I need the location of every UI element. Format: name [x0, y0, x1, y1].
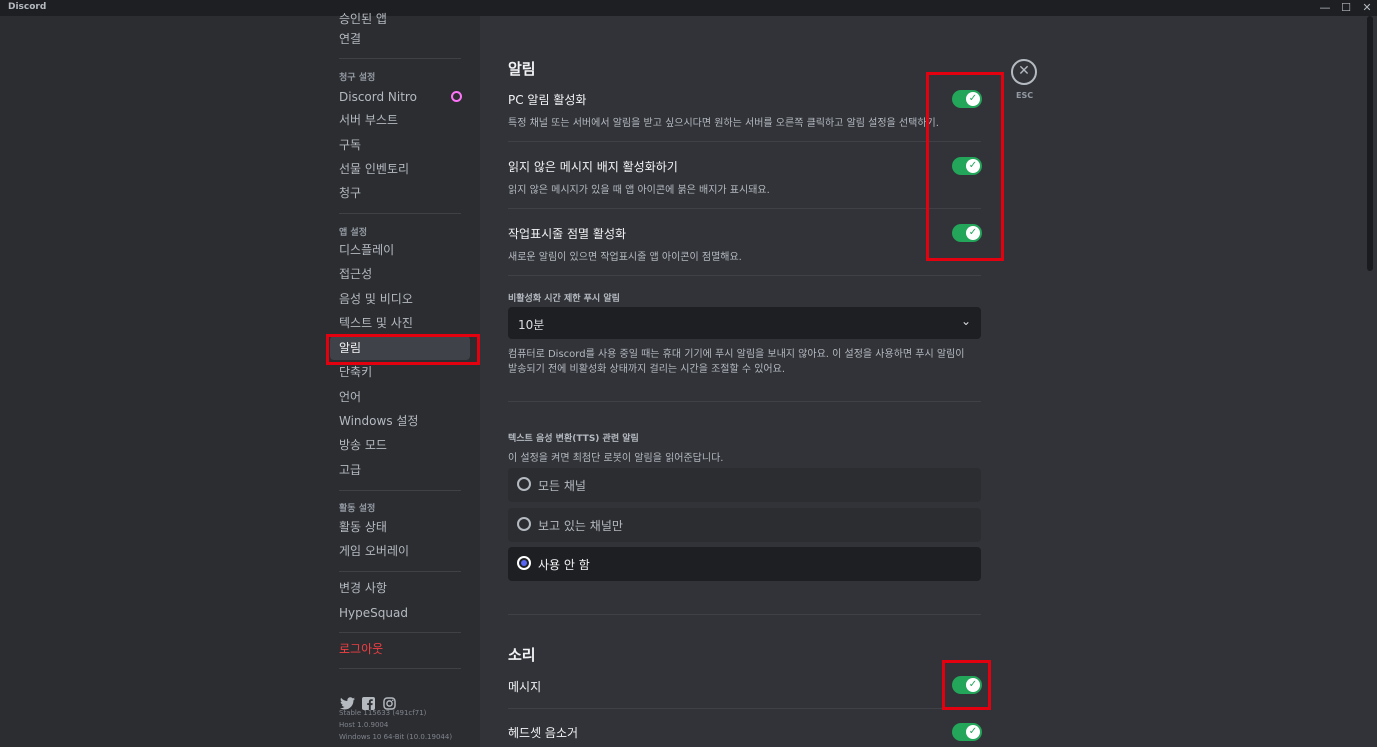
- sidebar-item-display[interactable]: 디스플레이: [330, 238, 470, 262]
- push-timeout-value: 10분: [518, 318, 545, 332]
- taskbar-flash-toggle[interactable]: ✓: [952, 224, 982, 242]
- tts-option-current-channel[interactable]: 보고 있는 채널만: [508, 508, 981, 542]
- tts-label: 텍스트 음성 변환(TTS) 관련 알림: [508, 434, 639, 444]
- divider: [508, 208, 981, 209]
- sidebar-header-app: 앱 설정: [339, 228, 367, 238]
- push-timeout-desc-1: 컴퓨터로 Discord를 사용 중일 때는 휴대 기기에 푸시 알림을 보내지…: [508, 349, 965, 360]
- tts-option-all-channels[interactable]: 모든 채널: [508, 468, 981, 502]
- sidebar-item-hypesquad[interactable]: HypeSquad: [330, 601, 470, 625]
- tts-desc: 이 설정을 켜면 최첨단 로봇이 알림을 읽어준답니다.: [508, 453, 724, 464]
- sounds-title: 소리: [508, 646, 536, 664]
- sidebar-divider: [339, 571, 461, 572]
- sidebar-item-advanced[interactable]: 고급: [330, 458, 470, 482]
- unread-badge-title: 읽지 않은 메시지 배지 활성화하기: [508, 160, 678, 174]
- tts-option-label: 모든 채널: [538, 479, 586, 493]
- sidebar-divider: [339, 213, 461, 214]
- scrollbar[interactable]: [1367, 16, 1373, 271]
- desktop-notifications-title: PC 알림 활성화: [508, 93, 587, 107]
- sound-deafen-toggle[interactable]: ✓: [952, 723, 982, 741]
- sidebar-divider: [339, 490, 461, 491]
- sidebar-item-voice-video[interactable]: 음성 및 비디오: [330, 287, 470, 311]
- tts-option-label: 보고 있는 채널만: [538, 519, 623, 533]
- divider: [508, 275, 981, 276]
- version-stable: Stable 115633 (491cf71): [339, 709, 427, 717]
- minimize-button[interactable]: —: [1315, 0, 1335, 16]
- sidebar-item-windows-settings[interactable]: Windows 설정: [330, 409, 470, 433]
- tts-option-never[interactable]: 사용 안 함: [508, 547, 981, 581]
- push-timeout-select[interactable]: 10분 ⌄: [508, 307, 981, 339]
- esc-label: ESC: [1016, 91, 1034, 100]
- nitro-icon: [451, 91, 462, 102]
- sidebar-item-activity-status[interactable]: 활동 상태: [330, 515, 470, 539]
- sidebar-divider: [339, 668, 461, 669]
- close-settings-button[interactable]: ✕: [1011, 59, 1037, 85]
- sidebar-item-changelog[interactable]: 변경 사항: [330, 576, 470, 600]
- radio-icon: [517, 517, 531, 531]
- page-title: 알림: [508, 60, 536, 78]
- desktop-notifications-toggle[interactable]: ✓: [952, 90, 982, 108]
- sound-message-toggle[interactable]: ✓: [952, 676, 982, 694]
- maximize-button[interactable]: ☐: [1336, 0, 1356, 16]
- check-icon: ✓: [966, 92, 980, 106]
- chevron-down-icon: ⌄: [960, 314, 971, 328]
- sidebar-divider: [339, 632, 461, 633]
- version-os: Windows 10 64-Bit (10.0.19044): [339, 733, 453, 741]
- settings-sidebar: 승인된 앱 연결 청구 설정 Discord Nitro 서버 부스트 구독 선…: [330, 12, 480, 747]
- taskbar-flash-desc: 새로운 알림이 있으면 작업표시줄 앱 아이콘이 점멸해요.: [508, 252, 742, 263]
- sidebar-item-text-images[interactable]: 텍스트 및 사진: [330, 311, 470, 335]
- radio-icon: [517, 477, 531, 491]
- sidebar-item-gift-inventory[interactable]: 선물 인벤토리: [330, 157, 470, 181]
- sidebar-item-nitro-label: Discord Nitro: [339, 90, 417, 104]
- divider: [508, 141, 981, 142]
- sidebar-item-keybinds[interactable]: 단축키: [330, 360, 470, 384]
- sidebar-item-notifications[interactable]: 알림: [330, 336, 470, 360]
- check-icon: ✓: [966, 725, 980, 739]
- check-icon: ✓: [966, 678, 980, 692]
- sidebar-item-nitro[interactable]: Discord Nitro: [330, 85, 470, 109]
- unread-badge-toggle[interactable]: ✓: [952, 157, 982, 175]
- sidebar-item-subscriptions[interactable]: 구독: [330, 133, 470, 157]
- sidebar-header-billing: 청구 설정: [339, 73, 376, 83]
- sidebar-header-activity: 활동 설정: [339, 504, 376, 514]
- radio-selected-icon: [517, 556, 531, 570]
- app-title: Discord: [8, 2, 47, 12]
- settings-content: 알림 PC 알림 활성화 특정 채널 또는 서버에서 알림을 받고 싶으시다면 …: [480, 16, 1360, 747]
- desktop-notifications-desc: 특정 채널 또는 서버에서 알림을 받고 싶으시다면 원하는 서버를 오른쪽 클…: [508, 118, 939, 129]
- version-host: Host 1.0.9004: [339, 721, 389, 729]
- sidebar-item-language[interactable]: 언어: [330, 385, 470, 409]
- sidebar-item-game-overlay[interactable]: 게임 오버레이: [330, 539, 470, 563]
- divider: [508, 614, 981, 615]
- sidebar-item-accessibility[interactable]: 접근성: [330, 262, 470, 286]
- tts-option-label: 사용 안 함: [538, 558, 590, 572]
- check-icon: ✓: [966, 226, 980, 240]
- unread-badge-desc: 읽지 않은 메시지가 있을 때 앱 아이콘에 붉은 배지가 표시돼요.: [508, 185, 770, 196]
- sidebar-item-streamer-mode[interactable]: 방송 모드: [330, 433, 470, 457]
- sidebar-item-billing[interactable]: 청구: [330, 181, 470, 205]
- sidebar-item-logout[interactable]: 로그아웃: [330, 637, 470, 661]
- taskbar-flash-title: 작업표시줄 점멸 활성화: [508, 227, 627, 241]
- window-titlebar: Discord — ☐ ✕: [0, 0, 1377, 16]
- divider: [508, 708, 981, 709]
- sidebar-item-connections[interactable]: 연결: [330, 27, 470, 51]
- push-timeout-desc-2: 발송되기 전에 비활성화 상태까지 걸리는 시간을 조절할 수 있어요.: [508, 364, 786, 375]
- sidebar-divider: [339, 58, 461, 59]
- divider: [508, 401, 981, 402]
- sidebar-item-server-boost[interactable]: 서버 부스트: [330, 108, 470, 132]
- sound-deafen-title: 헤드셋 음소거: [508, 726, 579, 740]
- check-icon: ✓: [966, 159, 980, 173]
- close-icon: ✕: [1018, 63, 1030, 79]
- sound-message-title: 메시지: [508, 680, 542, 694]
- push-timeout-label: 비활성화 시간 제한 푸시 알림: [508, 294, 620, 304]
- close-window-button[interactable]: ✕: [1357, 0, 1377, 16]
